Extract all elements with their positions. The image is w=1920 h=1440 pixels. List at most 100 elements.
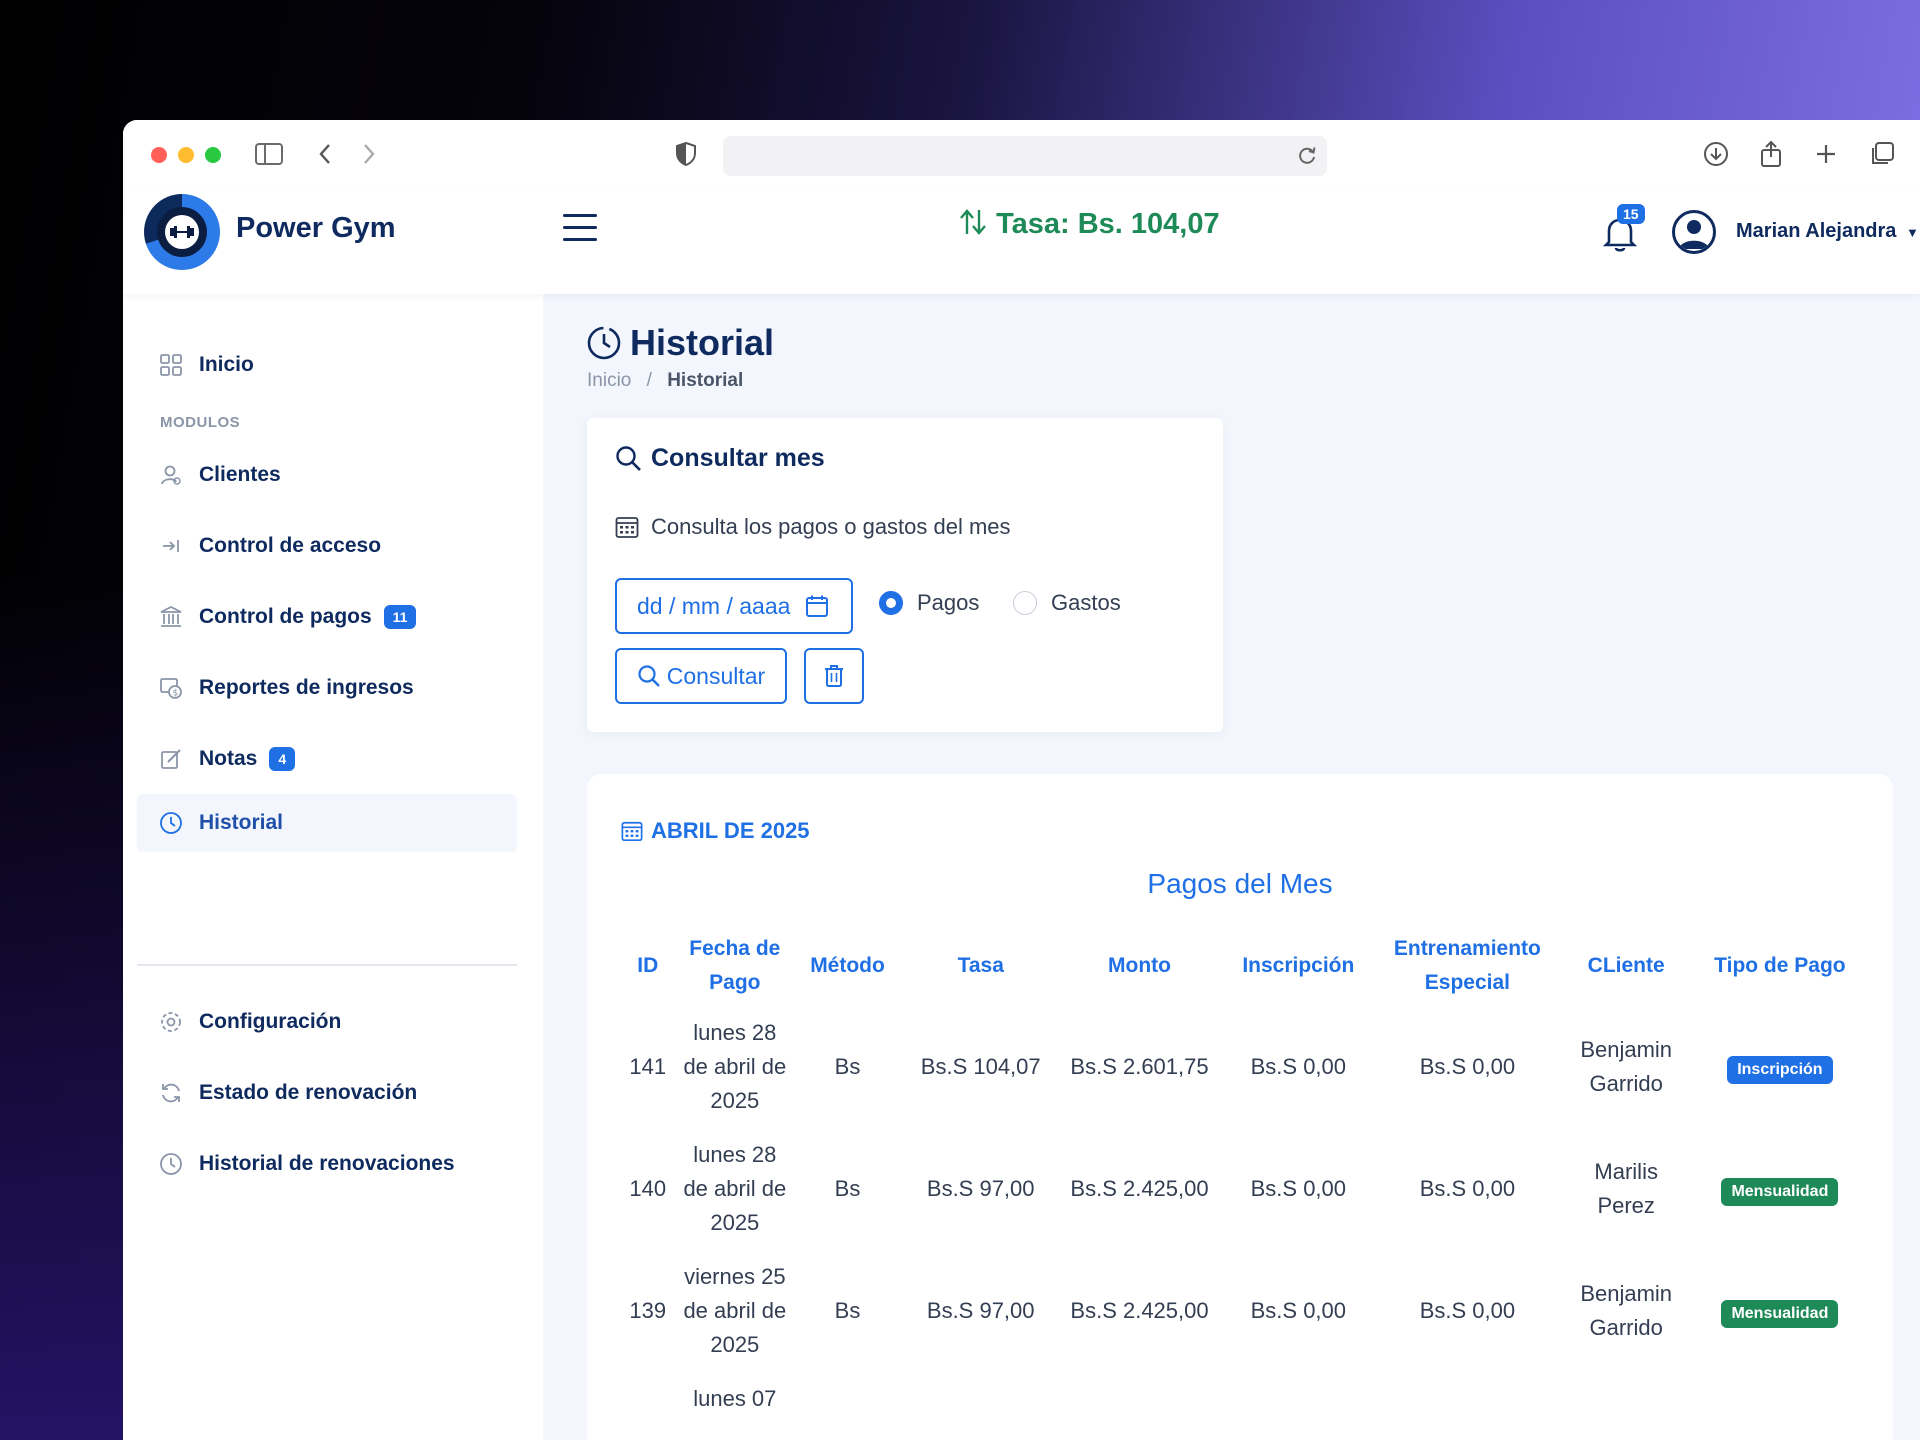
sidebar-item-clientes[interactable]: Clientes	[137, 446, 517, 504]
cell-tipo: Mensualidad	[1693, 1250, 1867, 1372]
radio-pagos[interactable]: Pagos	[879, 590, 979, 616]
address-bar[interactable]	[723, 136, 1327, 176]
query-card: Consultar mes Consulta los pagos o gasto…	[587, 418, 1223, 732]
grid-icon	[159, 353, 183, 377]
cell-entrenamiento: Bs.S 0,00	[1419, 1298, 1516, 1323]
browser-toolbar	[123, 120, 1920, 188]
column-header-id[interactable]: ID	[617, 926, 678, 1006]
cell-fecha: viernes 25 de abril de 2025	[683, 1264, 787, 1357]
shield-icon[interactable]	[670, 138, 702, 170]
close-window-button[interactable]	[151, 147, 167, 163]
cell-fecha: lunes 28 de abril de 2025	[683, 1142, 787, 1235]
brand-name[interactable]: Power Gym	[236, 212, 396, 245]
edit-icon	[159, 747, 183, 771]
user-menu[interactable]: Marian Alejandra ▼	[1736, 220, 1919, 243]
logo[interactable]	[144, 194, 220, 270]
consult-button[interactable]: Consultar	[615, 648, 787, 704]
cell-inscripcion: Bs.S 0,00	[1250, 1054, 1347, 1079]
cell-tipo: Inscripción	[1693, 1006, 1867, 1128]
sidebar-item-notas[interactable]: Notas 4	[137, 730, 517, 788]
column-header-tasa[interactable]: Tasa	[904, 926, 1058, 1006]
sidebar-item-label: Control de pagos	[199, 605, 372, 628]
share-icon[interactable]	[1755, 138, 1787, 170]
cell-id: 139	[629, 1298, 667, 1323]
column-header-entrenamiento[interactable]: Entrenamiento Especial	[1375, 926, 1559, 1006]
refresh-icon	[159, 1081, 183, 1105]
sidebar-item-reportes[interactable]: $ Reportes de ingresos	[137, 659, 517, 717]
user-name: Marian Alejandra	[1736, 220, 1897, 242]
column-header-cliente[interactable]: CLiente	[1560, 926, 1693, 1006]
table-row: 141 lunes 28 de abril de 2025 Bs Bs.S 10…	[617, 1006, 1867, 1128]
cell-id: 141	[629, 1054, 667, 1079]
avatar[interactable]	[1672, 210, 1716, 254]
sidebar-item-inicio[interactable]: Inicio	[137, 336, 517, 394]
sidebar-item-historial-renovaciones[interactable]: Historial de renovaciones	[137, 1135, 517, 1193]
calendar-picker-icon[interactable]	[805, 594, 829, 624]
tab-overview-icon[interactable]	[1866, 138, 1898, 170]
cell-cliente: Benjamin Garrido	[1580, 1037, 1673, 1096]
sidebar-item-configuracion[interactable]: Configuración	[137, 993, 517, 1051]
cell-entrenamiento: Bs.S 0,00	[1419, 1176, 1516, 1201]
query-card-title: Consultar mes	[651, 444, 825, 472]
cell-cliente: Marilis Perez	[1594, 1159, 1658, 1218]
cell-monto: Bs.S 2.425,00	[1070, 1176, 1209, 1201]
money-report-icon: $	[159, 676, 183, 700]
sidebar: Inicio MODULOS Clientes Control de acces…	[123, 294, 543, 1440]
sidebar-item-label: Historial de renovaciones	[199, 1152, 455, 1175]
cell-monto	[1058, 1372, 1222, 1426]
table-row: lunes 07	[617, 1372, 1867, 1426]
cell-monto: Bs.S 2.601,75	[1070, 1054, 1209, 1079]
cell-tasa: Bs.S 104,07	[920, 1054, 1041, 1079]
cell-metodo: Bs	[834, 1176, 861, 1201]
back-icon[interactable]	[309, 138, 341, 170]
menu-toggle-button[interactable]	[563, 214, 597, 244]
query-card-description-text: Consulta los pagos o gastos del mes	[651, 514, 1011, 539]
sidebar-item-control-acceso[interactable]: Control de acceso	[137, 517, 517, 575]
bank-icon	[159, 605, 183, 629]
cell-metodo	[791, 1372, 904, 1426]
table-header-row: ID Fecha de Pago Método Tasa Monto Inscr…	[617, 926, 1867, 1006]
section-label-modulos: MODULOS	[160, 414, 241, 431]
cell-fecha: lunes 07	[693, 1386, 777, 1411]
radio-gastos[interactable]: Gastos	[1013, 590, 1121, 616]
column-header-monto[interactable]: Monto	[1058, 926, 1222, 1006]
cell-id	[617, 1372, 678, 1426]
sidebar-toggle-icon[interactable]	[253, 138, 285, 170]
minimize-window-button[interactable]	[178, 147, 194, 163]
cell-inscripcion	[1221, 1372, 1375, 1426]
sidebar-item-control-pagos[interactable]: Control de pagos 11	[137, 588, 517, 646]
page-title: Historial	[630, 322, 775, 363]
login-arrow-icon	[159, 534, 183, 558]
radio-pagos-label: Pagos	[917, 590, 980, 615]
zoom-window-button[interactable]	[205, 147, 221, 163]
pending-payments-badge: 11	[383, 605, 417, 629]
app-header: Power Gym Tasa: Bs. 104,07 15 Marian Ale…	[123, 188, 1920, 294]
cell-metodo: Bs	[834, 1054, 861, 1079]
forward-icon[interactable]	[353, 138, 385, 170]
month-date-input[interactable]: dd / mm / aaaa	[615, 578, 853, 634]
consult-button-label: Consultar	[666, 662, 766, 689]
date-placeholder: dd / mm / aaaa	[637, 592, 791, 619]
table-row: 139 viernes 25 de abril de 2025 Bs Bs.S …	[617, 1250, 1867, 1372]
radio-pagos-indicator	[879, 591, 903, 615]
breadcrumb-separator: /	[646, 370, 652, 391]
column-header-tipo[interactable]: Tipo de Pago	[1693, 926, 1867, 1006]
column-header-inscripcion[interactable]: Inscripción	[1221, 926, 1375, 1006]
download-icon[interactable]	[1700, 138, 1732, 170]
payments-table: ID Fecha de Pago Método Tasa Monto Inscr…	[617, 926, 1867, 1426]
column-header-fecha[interactable]: Fecha de Pago	[678, 926, 791, 1006]
new-tab-icon[interactable]	[1810, 138, 1842, 170]
column-header-metodo[interactable]: Método	[791, 926, 904, 1006]
calendar-icon	[615, 517, 639, 538]
notifications-button[interactable]: 15	[1603, 204, 1645, 252]
breadcrumb-current: Historial	[667, 370, 744, 391]
clock-icon	[159, 1152, 183, 1176]
clear-button[interactable]	[804, 648, 864, 704]
main-content: Historial Inicio / Historial Consultar m…	[543, 294, 1920, 1440]
table-title: Pagos del Mes	[1147, 868, 1333, 899]
caret-down-icon: ▼	[1905, 225, 1919, 240]
breadcrumb-home[interactable]: Inicio	[587, 370, 631, 391]
reload-icon[interactable]	[1297, 144, 1317, 171]
sidebar-item-historial[interactable]: Historial	[137, 794, 517, 852]
sidebar-item-estado-renovacion[interactable]: Estado de renovación	[137, 1064, 517, 1122]
